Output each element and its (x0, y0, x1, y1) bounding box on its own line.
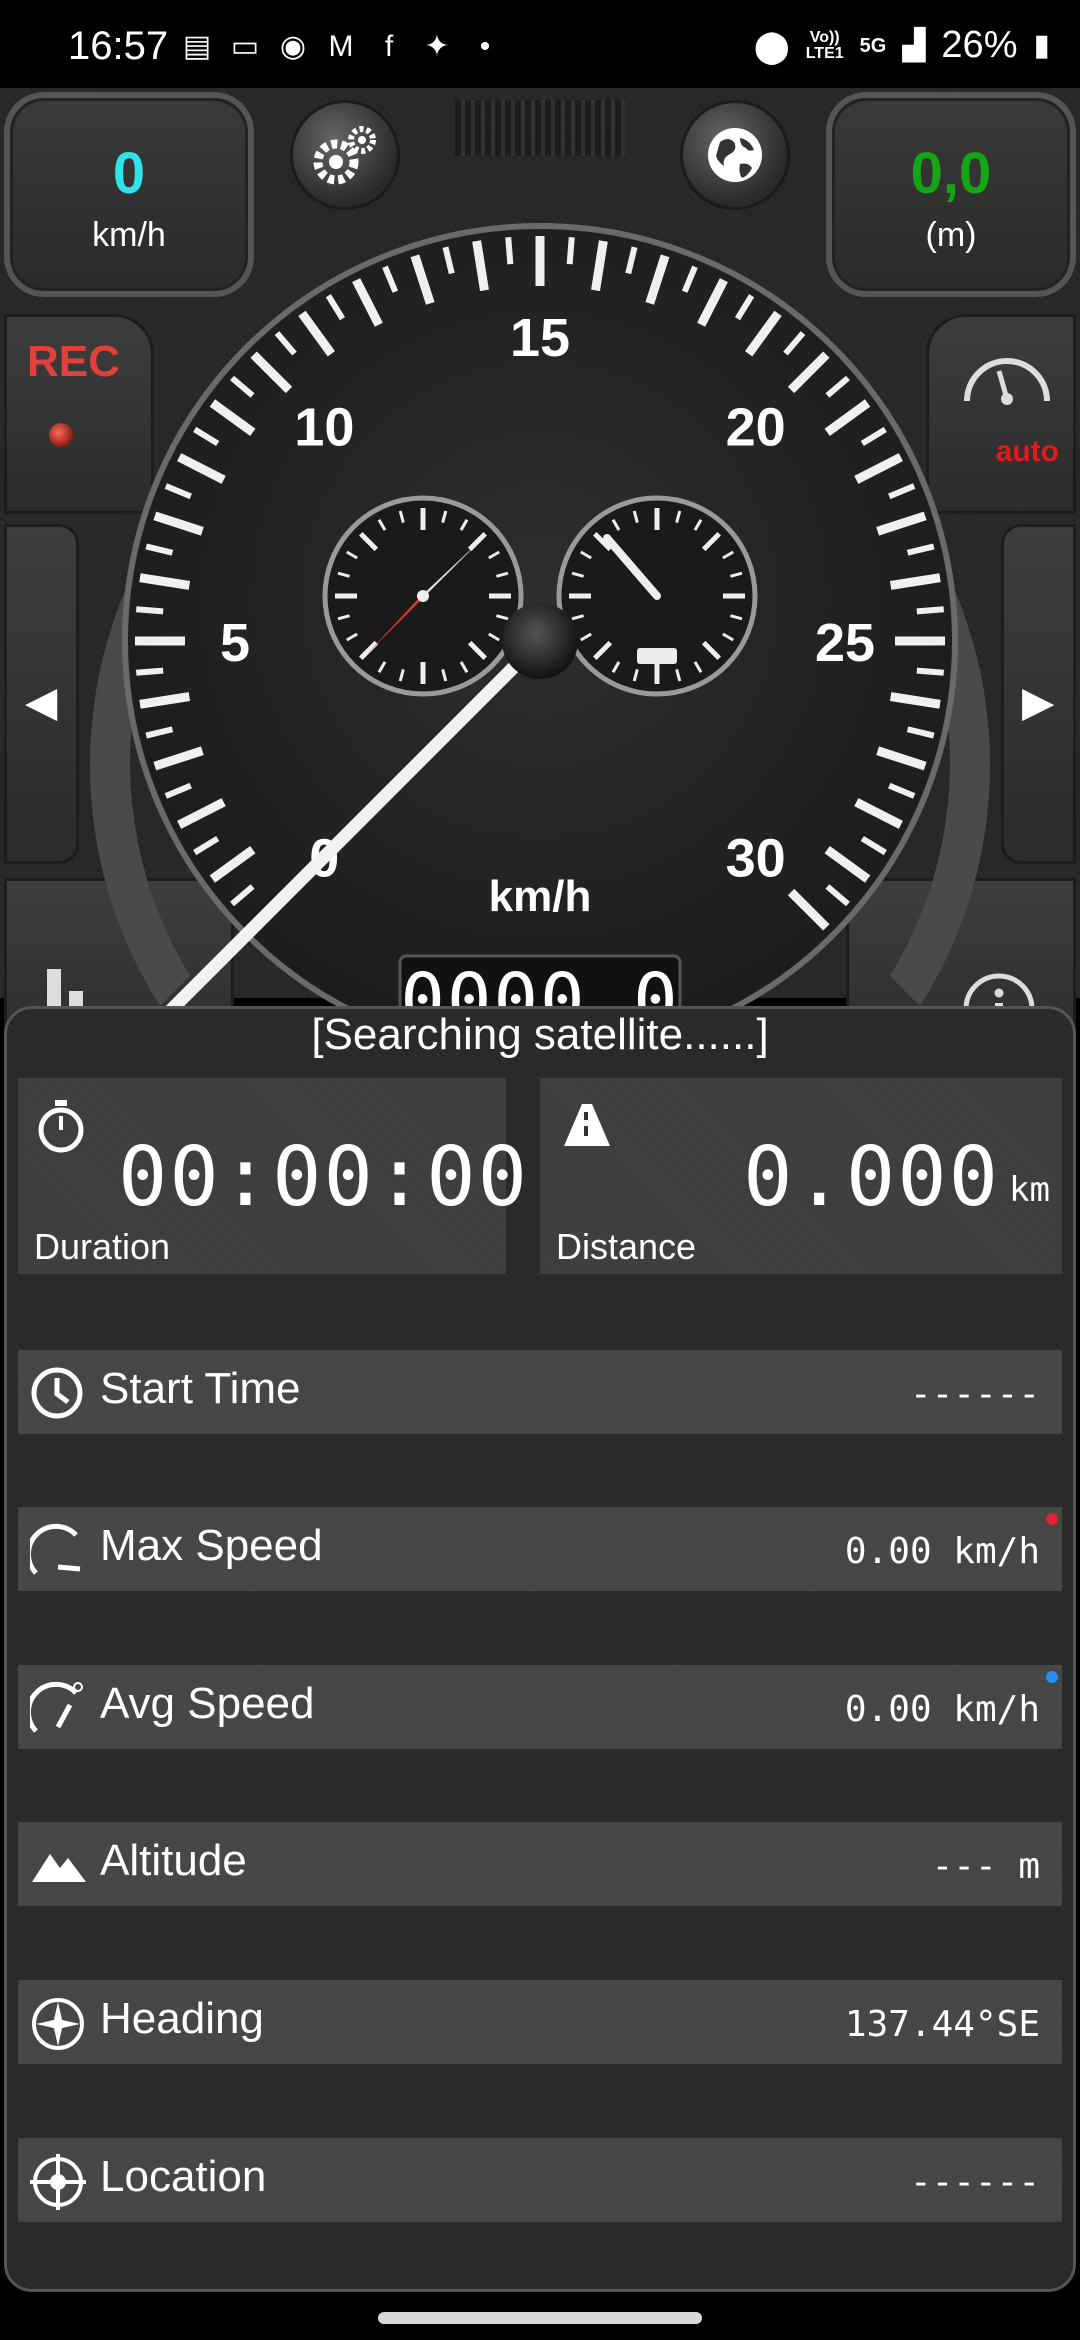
mountain-icon (32, 1854, 86, 1882)
battery-subdial (556, 495, 758, 697)
duration-tile: 00:00:00 Duration (18, 1078, 527, 1274)
home-indicator[interactable] (378, 2312, 702, 2324)
heading-value: 137.44°SE (844, 2004, 1040, 2045)
distance-label: Distance (556, 1226, 697, 1267)
max-speed-indicator (1046, 1513, 1058, 1525)
altitude-row-value: --- m (931, 1846, 1040, 1887)
gauge-tick (916, 667, 944, 676)
heading-label: Heading (100, 1994, 264, 2043)
duration-label: Duration (34, 1226, 171, 1267)
gauge-tick (505, 237, 514, 265)
gauge-tick (136, 606, 164, 615)
avg-speed-row: Avg Speed 0.00 km/h (18, 1665, 1062, 1749)
duration-value: 00:00:00 (118, 1130, 529, 1225)
gauge-unit-label: km/h (489, 872, 592, 921)
signal-icon: ▟ (902, 29, 926, 62)
distance-unit: km (1009, 1170, 1050, 1210)
distance-value: 0.000 (743, 1130, 1000, 1225)
stopwatch-icon (38, 1100, 84, 1153)
gauge-tick-label: 15 (510, 308, 570, 368)
heading-row: Heading 137.44°SE (18, 1980, 1062, 2064)
notification-icons: ▤ ▭ ◉ M f ✦ • (180, 30, 502, 64)
gauge-tick-label: 10 (294, 397, 354, 457)
battery-mini-icon (637, 648, 677, 664)
facebook-icon: f (384, 30, 394, 63)
gauge-tick (566, 237, 575, 265)
crosshair-icon (30, 2154, 86, 2210)
system-icons: ⬤ Vo)) LTE1 5G ▟ 26% ▮ (754, 24, 1050, 67)
gauge-tick (916, 606, 944, 615)
start-time-label: Start Time (100, 1364, 301, 1413)
twitter-icon: ✦ (424, 30, 450, 63)
distance-tile: 0.000 km Distance (540, 1078, 1062, 1274)
speedometer-dashboard: 0 km/h 0,0 (m) REC auto ◀ ▶ 5 10 15 20 2… (0, 88, 1080, 1078)
location-value: ------ (909, 2162, 1040, 2203)
gps-status-message: [Searching satellite......] (311, 1010, 769, 1059)
needle-hub (502, 603, 578, 679)
gauge-tick-label: 25 (815, 613, 875, 673)
gauge-tick-label: 5 (220, 613, 250, 673)
battery-percent: 26% (941, 24, 1018, 66)
start-time-value: ------ (909, 1374, 1040, 1415)
network-type-icon: 5G (859, 34, 887, 57)
gauge-tick-label: 20 (726, 397, 786, 457)
avg-speed-label: Avg Speed (100, 1679, 315, 1728)
compass-subdial (322, 495, 524, 697)
avg-speed-indicator (1046, 1671, 1058, 1683)
volte-icon: Vo)) LTE1 (805, 28, 844, 62)
avg-speed-value: 0.00 km/h (844, 1689, 1040, 1730)
arrow-left-icon: ◀ (25, 678, 58, 725)
location-label: Location (100, 2152, 267, 2201)
status-bar: 16:57 ▤ ▭ ◉ M f ✦ • ⬤ Vo)) LTE1 5G ▟ 26%… (0, 0, 1080, 90)
battery-icon: ▮ (1033, 29, 1050, 62)
speaker-grille (455, 100, 625, 156)
more-dot-icon: • (479, 30, 491, 63)
gmail-icon: M (328, 30, 354, 63)
location-icon: ⬤ (753, 27, 790, 64)
news-icon: ▤ (182, 30, 212, 63)
max-speed-value: 0.00 km/h (844, 1531, 1040, 1572)
status-time: 16:57 (68, 24, 169, 68)
clock-icon (31, 1367, 83, 1419)
speedometer-avg-icon (30, 1681, 83, 1733)
start-time-row: Start Time ------ (18, 1350, 1062, 1434)
speedometer-max-icon (30, 1523, 81, 1575)
max-speed-row: Max Speed 0.00 km/h (18, 1507, 1062, 1591)
max-speed-label: Max Speed (100, 1521, 323, 1570)
altitude-row: Altitude --- m (18, 1822, 1062, 1906)
arrow-right-icon: ▶ (1022, 678, 1055, 725)
chat-icon: ▭ (230, 30, 260, 63)
speedometer-gauge: 051015202530 km/h 0000.0 (90, 223, 990, 1059)
messenger-icon: ◉ (279, 30, 307, 63)
location-row: Location ------ (18, 2138, 1062, 2222)
compass-icon (32, 1998, 84, 2050)
road-icon (564, 1104, 610, 1146)
gauge-tick-label: 30 (726, 829, 786, 889)
altitude-label: Altitude (100, 1836, 247, 1885)
gauge-tick (136, 667, 164, 676)
